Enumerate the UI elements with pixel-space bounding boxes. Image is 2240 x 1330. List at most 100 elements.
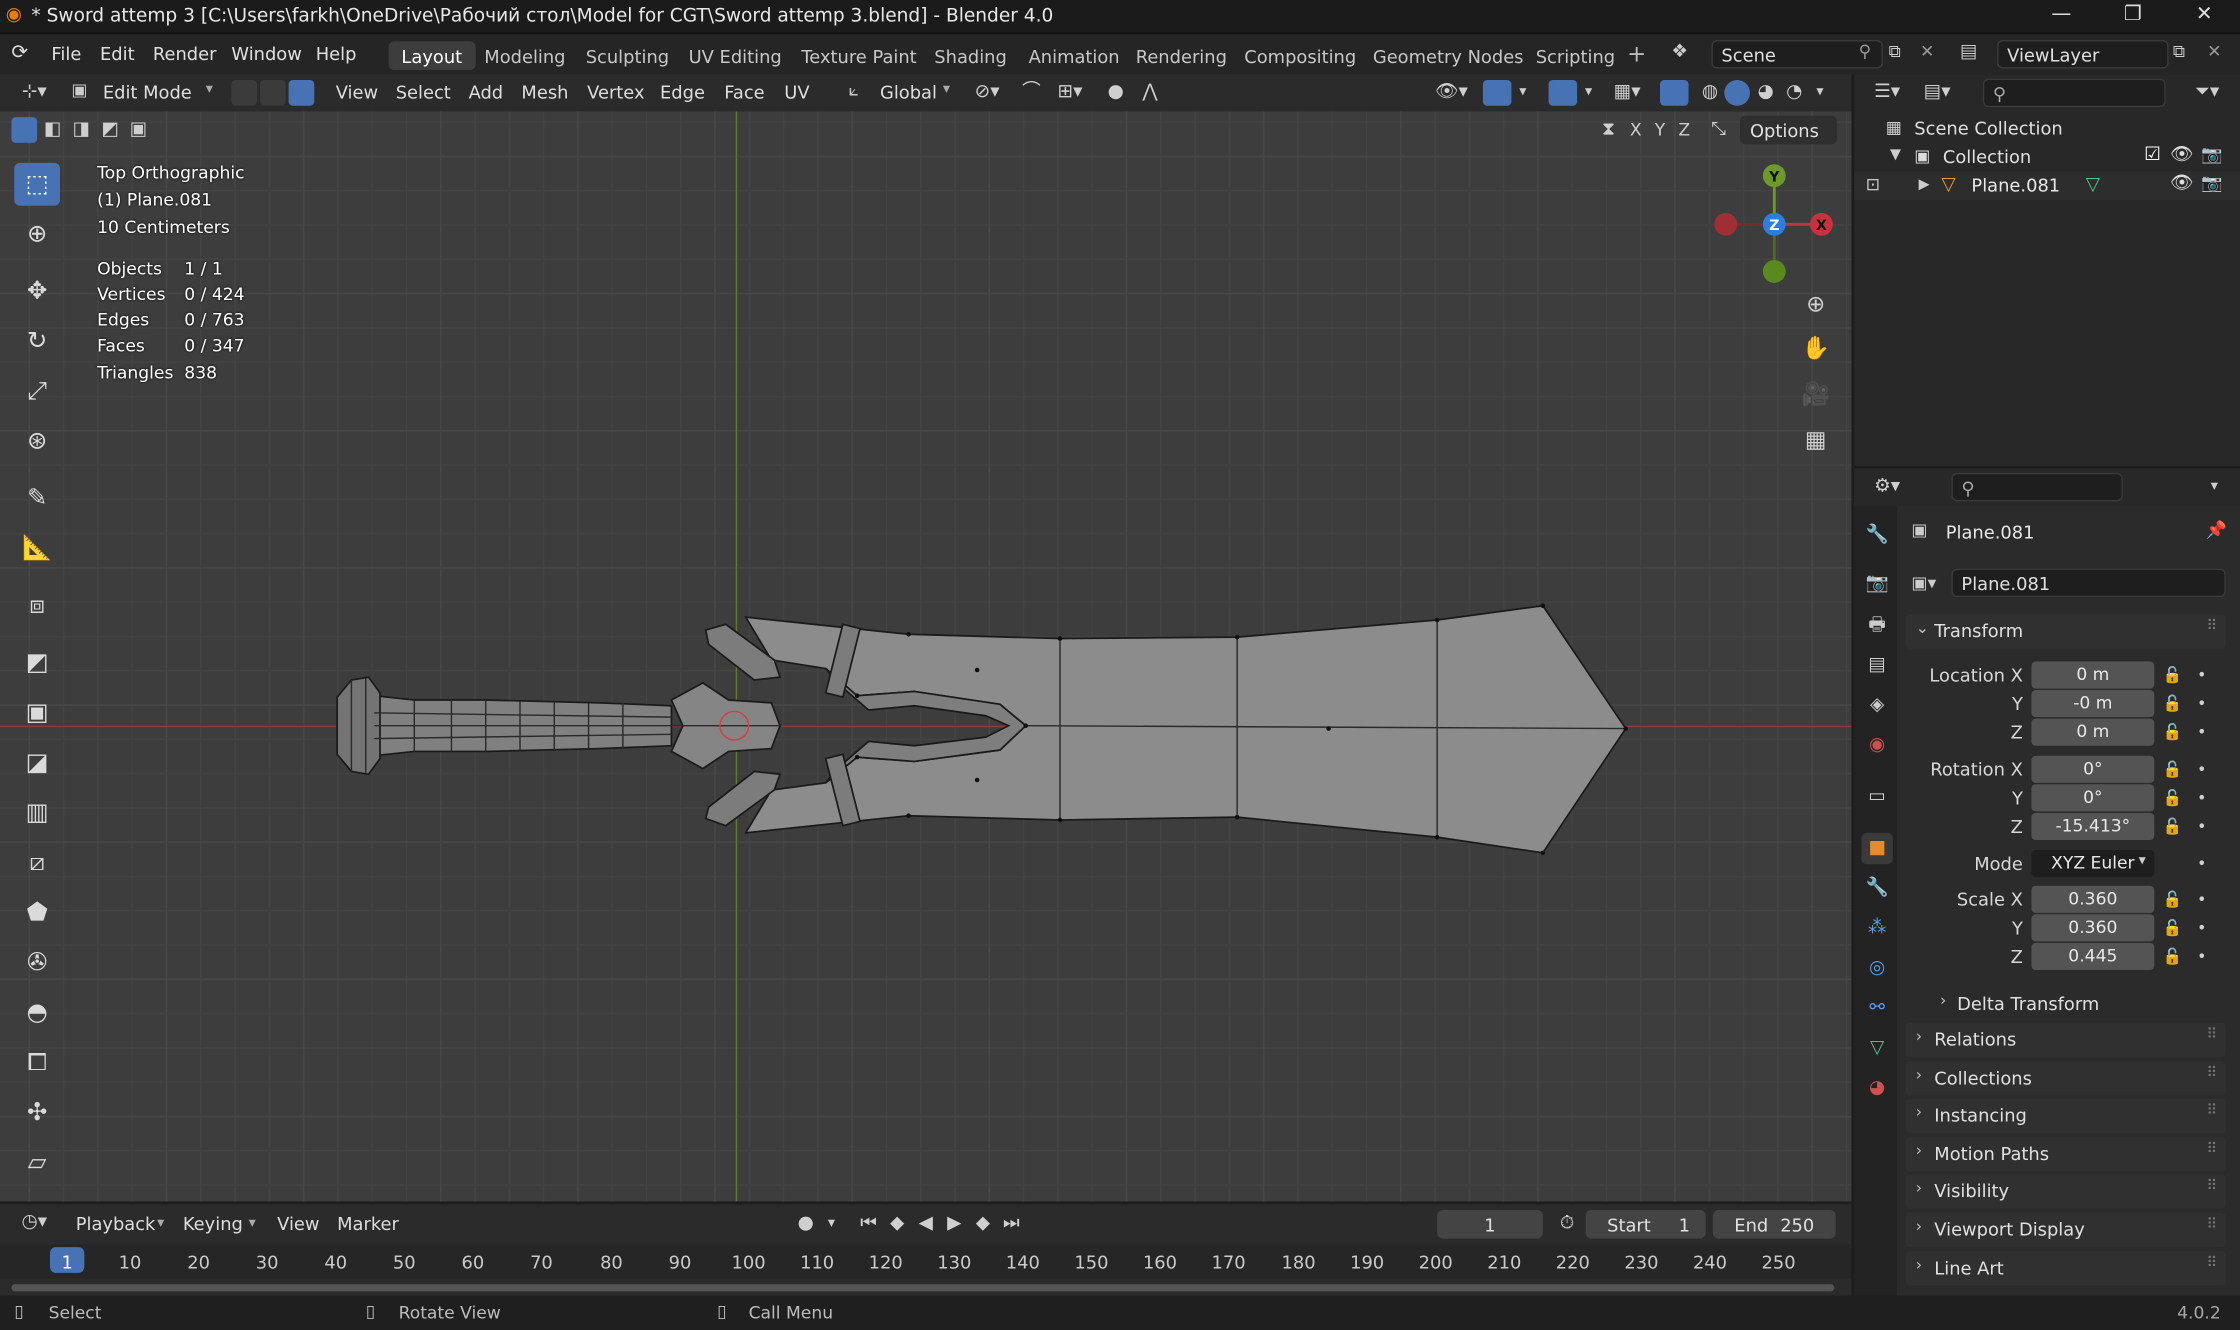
menu-add[interactable]: Add	[469, 81, 504, 102]
world-tab-icon[interactable]: ◉	[1861, 730, 1892, 761]
mirror-z-toggle[interactable]: Z	[1673, 117, 1696, 143]
pivot-point-icon[interactable]: ⊘▾	[969, 80, 1006, 106]
scene-name-field[interactable]: Scene	[1711, 39, 1883, 69]
properties-options-chevron-icon[interactable]: ▾	[2203, 474, 2226, 500]
navigation-gizmo[interactable]: Y Z X	[1709, 160, 1840, 291]
spin-tool-icon[interactable]: ✇	[14, 941, 60, 984]
object-name-field[interactable]: Plane.081	[1951, 568, 2226, 598]
close-button[interactable]: ✕	[2171, 3, 2237, 32]
line-art-panel[interactable]: › Line Art ⠿	[1905, 1251, 2226, 1286]
keyframe-dot-icon[interactable]: •	[2197, 789, 2206, 808]
view-layer-field[interactable]: ViewLayer	[1997, 39, 2169, 69]
collection-tab-icon[interactable]: ▭	[1861, 781, 1892, 812]
tab-uv-editing[interactable]: UV Editing	[676, 41, 795, 70]
keyframe-dot-icon[interactable]: •	[2197, 666, 2206, 685]
mirror-y-toggle[interactable]: Y	[1649, 117, 1672, 143]
smooth-tool-icon[interactable]: ◓	[14, 991, 60, 1034]
new-scene-icon[interactable]: ⧉	[1889, 41, 1901, 62]
add-workspace-icon[interactable]: +	[1627, 40, 1646, 67]
zoom-icon[interactable]: ⊕	[1799, 291, 1833, 317]
scale-y-field[interactable]: 0.360	[2031, 914, 2155, 942]
minimize-button[interactable]: —	[2029, 3, 2095, 32]
overlays-toggle-icon[interactable]	[1548, 79, 1578, 106]
mesh-data-icon[interactable]: ▽	[2086, 174, 2100, 195]
prev-keyframe-icon[interactable]: ◆	[884, 1211, 910, 1237]
scale-x-field[interactable]: 0.360	[2031, 885, 2155, 913]
lock-scale-z-icon[interactable]: 🔓	[2163, 947, 2183, 966]
falloff-curve-icon[interactable]: ⋀	[1131, 80, 1168, 106]
next-keyframe-icon[interactable]: ◆	[970, 1211, 996, 1237]
loop-cut-tool-icon[interactable]: ▥	[14, 791, 60, 834]
rotation-mode-select[interactable]: XYZ Euler	[2031, 849, 2155, 878]
shading-chevron-down-icon[interactable]: ▾	[1811, 80, 1828, 106]
jump-end-icon[interactable]: ⏭	[999, 1211, 1025, 1237]
object-render-icon[interactable]: 📷	[2201, 173, 2222, 193]
current-frame-field[interactable]: 1	[1437, 1209, 1543, 1239]
constraints-tab-icon[interactable]: ⚯	[1861, 993, 1892, 1024]
select-new-icon[interactable]	[11, 117, 38, 143]
menu-vertex[interactable]: Vertex	[587, 81, 644, 102]
lock-scale-y-icon[interactable]: 🔓	[2163, 919, 2183, 938]
new-view-layer-icon[interactable]: ⧉	[2173, 41, 2185, 62]
delete-view-layer-icon[interactable]: ✕	[2207, 41, 2221, 61]
tab-shading[interactable]: Shading	[921, 41, 1019, 70]
timeline-playback-menu[interactable]: Playback	[76, 1213, 156, 1234]
lock-location-z-icon[interactable]: 🔓	[2163, 723, 2183, 742]
rotation-y-field[interactable]: 0°	[2031, 784, 2155, 812]
menu-view[interactable]: View	[336, 81, 378, 102]
maximize-button[interactable]: ❐	[2100, 3, 2166, 32]
transform-panel-header[interactable]: ⌄ Transform ⠿	[1905, 614, 2226, 649]
edge-select-button[interactable]	[259, 79, 286, 106]
preview-range-stopwatch-icon[interactable]: ⏱	[1554, 1211, 1580, 1237]
mirror-icon[interactable]: ⧗	[1594, 117, 1623, 143]
collections-panel[interactable]: › Collections ⠿	[1905, 1061, 2226, 1096]
visibility-panel[interactable]: › Visibility ⠿	[1905, 1174, 2226, 1209]
object-visibility-icon[interactable]: 👁	[2170, 173, 2194, 194]
tab-sculpting[interactable]: Sculpting	[573, 41, 682, 70]
snap-icon[interactable]: ⌒	[1017, 80, 1046, 106]
view-layer-icon[interactable]: ▤	[1960, 41, 1978, 62]
wireframe-shading-icon[interactable]: ◍	[1697, 80, 1723, 106]
menu-uv[interactable]: UV	[784, 81, 809, 102]
lock-rotation-z-icon[interactable]: 🔓	[2163, 817, 2183, 836]
cursor-tool-icon[interactable]: ⊕	[14, 213, 60, 256]
lock-rotation-y-icon[interactable]: 🔓	[2163, 789, 2183, 808]
add-cube-tool-icon[interactable]: ⧈	[14, 584, 60, 627]
blender-menu-icon[interactable]: ⟳	[11, 41, 28, 64]
scene-collection-label[interactable]: Scene Collection	[1914, 117, 2062, 138]
lock-rotation-x-icon[interactable]: 🔓	[2163, 760, 2183, 779]
select-extend-icon[interactable]: ◧	[40, 117, 66, 143]
gizmo-chevron-down-icon[interactable]: ▾	[1514, 80, 1531, 106]
editor-type-icon[interactable]: ⊹▾	[14, 80, 54, 106]
keyframe-dot-icon[interactable]: •	[2197, 694, 2206, 713]
keyframe-dot-icon[interactable]: •	[2197, 919, 2206, 938]
scene-selector-icon[interactable]: ❖	[1671, 41, 1688, 62]
annotate-tool-icon[interactable]: ✎	[14, 477, 60, 520]
timeline-view-menu[interactable]: View	[277, 1213, 319, 1234]
start-frame-field[interactable]: Start 1	[1585, 1209, 1706, 1239]
solid-shading-icon[interactable]	[1724, 79, 1750, 106]
play-icon[interactable]: ▶	[941, 1211, 967, 1237]
timeline-scrollbar[interactable]	[11, 1284, 1835, 1292]
menu-face[interactable]: Face	[724, 81, 764, 102]
menu-help[interactable]: Help	[316, 43, 357, 64]
tab-texture-paint[interactable]: Texture Paint	[789, 41, 930, 70]
rendered-shading-icon[interactable]: ◔	[1781, 80, 1807, 106]
overlays-chevron-down-icon[interactable]: ▾	[1580, 80, 1597, 106]
vertex-select-button[interactable]	[231, 79, 258, 106]
mesh-edit-overlay-icon[interactable]: ▦▾	[1606, 80, 1649, 106]
particles-tab-icon[interactable]: ⁂	[1861, 913, 1892, 944]
object-tab-icon[interactable]: ■	[1861, 832, 1893, 865]
collection-expand-icon[interactable]: ▼	[1890, 147, 1901, 163]
delete-scene-icon[interactable]: ✕	[1920, 41, 1934, 61]
keyframe-dot-icon[interactable]: •	[2197, 817, 2206, 836]
menu-window[interactable]: Window	[231, 43, 301, 64]
shear-tool-icon[interactable]: ⏥	[14, 1141, 60, 1184]
camera-view-icon[interactable]: 🎥	[1799, 381, 1833, 407]
scale-z-field[interactable]: 0.445	[2031, 942, 2155, 970]
render-tab-icon[interactable]: 📷	[1861, 569, 1892, 600]
inset-tool-icon[interactable]: ▣	[14, 691, 60, 734]
select-box-tool-icon[interactable]: ⬚	[14, 162, 60, 206]
modifiers-tab-icon[interactable]: 🔧	[1861, 873, 1892, 904]
tab-compositing[interactable]: Compositing	[1231, 41, 1369, 70]
